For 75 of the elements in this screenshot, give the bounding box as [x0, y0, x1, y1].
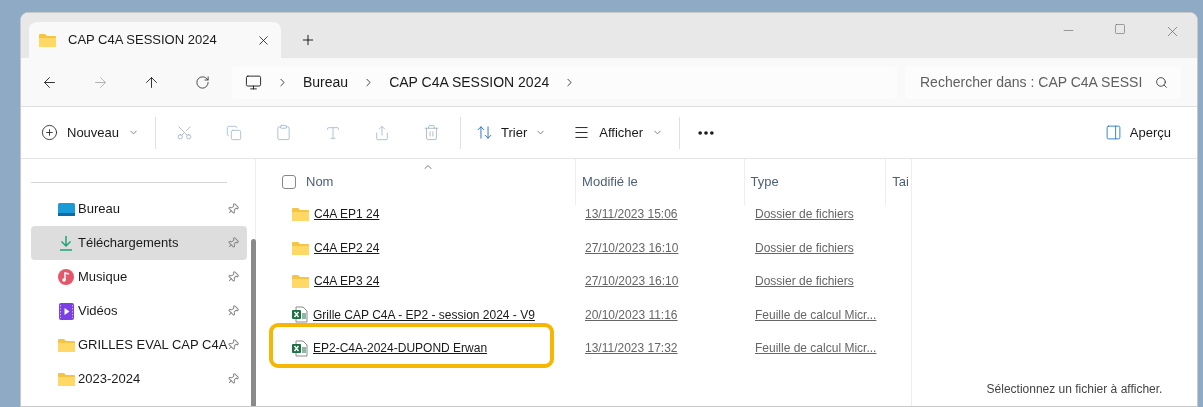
folder-icon: [292, 240, 309, 255]
file-row[interactable]: Grille CAP C4A - EP2 - session 2024 - V9 20/10/2023 11:16 Feuille de calcul Micr...: [282, 305, 911, 339]
copy-icon[interactable]: [226, 124, 243, 141]
computer-icon: [245, 73, 262, 91]
music-note-icon: [58, 269, 74, 285]
file-type: Dossier de fichiers: [755, 273, 854, 290]
refresh-icon[interactable]: [195, 74, 210, 90]
modified-date: 27/10/2023 16:10: [585, 239, 679, 257]
lines-icon: [573, 124, 591, 141]
modified-date: 13/11/2023 15:06: [585, 206, 678, 223]
sort-icon: [476, 124, 494, 141]
spreadsheet-icon: [292, 306, 308, 323]
sidebar-label: Bureau: [78, 200, 121, 219]
folder-icon: [39, 33, 56, 47]
sort-button[interactable]: Trier: [476, 122, 547, 143]
folder-icon: [292, 207, 309, 221]
sidebar-item[interactable]: GRILLES EVAL CAP C4A: [31, 328, 248, 362]
paste-icon[interactable]: [275, 124, 293, 141]
scrollbar[interactable]: [251, 239, 257, 406]
file-type: Feuille de calcul Micr...: [755, 340, 877, 357]
folder-icon: [292, 274, 309, 288]
column-header[interactable]: Modifié le: [582, 172, 638, 192]
file-type: Dossier de fichiers: [755, 206, 854, 223]
column-header[interactable]: Nom: [306, 172, 334, 192]
file-row[interactable]: C4A EP3 24 27/10/2023 16:10 Dossier de fichiers: [282, 272, 911, 306]
breadcrumb[interactable]: CAP C4A SESSION 2024: [389, 71, 550, 93]
cut-icon[interactable]: [176, 124, 194, 141]
sidebar-label: 2023-2024: [78, 370, 142, 389]
tab-title: CAP C4A SESSION 2024: [68, 31, 218, 50]
file-type: Feuille de calcul Micr...: [755, 306, 877, 324]
delete-icon[interactable]: [423, 124, 441, 141]
column-header[interactable]: Tai: [892, 172, 909, 192]
plus-circle-icon: [41, 124, 58, 141]
modified-date: 20/10/2023 11:16: [585, 306, 678, 324]
folder-icon: [57, 338, 75, 352]
sidebar-label: Musique: [78, 268, 129, 287]
file-name[interactable]: C4A EP1 24: [314, 205, 380, 223]
select-all-checkbox[interactable]: [282, 175, 296, 189]
sidebar-label: GRILLES EVAL CAP C4A: [78, 336, 228, 355]
sidebar-item[interactable]: Bureau: [31, 192, 248, 226]
preview-button[interactable]: Aperçu: [1104, 122, 1171, 143]
file-name[interactable]: C4A EP3 24: [314, 272, 380, 290]
file-row[interactable]: EP2-C4A-2024-DUPOND Erwan 13/11/2023 17:32 Feuille de calcul Micr...: [282, 339, 911, 373]
search-icon: [1155, 75, 1168, 89]
breadcrumb[interactable]: Bureau: [303, 71, 349, 93]
file-name[interactable]: C4A EP2 24: [314, 238, 380, 257]
file-row[interactable]: C4A EP2 24 27/10/2023 16:10 Dossier de fichiers: [282, 238, 911, 272]
file-name[interactable]: EP2-C4A-2024-DUPOND Erwan: [313, 339, 488, 357]
preview-message: Sélectionnez un fichier à afficher.: [986, 381, 1163, 398]
sidebar-label: Vidéos: [78, 302, 119, 321]
rename-icon[interactable]: [325, 124, 342, 141]
sidebar-label: Téléchargements: [78, 234, 180, 253]
sidebar-item[interactable]: 2023-2024: [31, 362, 248, 396]
new-button[interactable]: Nouveau: [41, 122, 140, 143]
file-name[interactable]: Grille CAP C4A - EP2 - session 2024 - V9: [313, 305, 535, 324]
film-icon: [58, 302, 74, 320]
tab[interactable]: CAP C4A SESSION 2024: [29, 22, 281, 58]
download-icon: [59, 235, 73, 251]
view-button[interactable]: Afficher: [573, 122, 664, 143]
sidebar-item[interactable]: Musique: [31, 260, 248, 294]
maximize-icon[interactable]: [1114, 23, 1126, 35]
desktop-icon: [57, 202, 75, 216]
spreadsheet-icon: [292, 339, 308, 357]
modified-date: 27/10/2023 16:10: [585, 273, 679, 290]
file-type: Dossier de fichiers: [755, 239, 854, 257]
column-header[interactable]: Type: [750, 172, 779, 192]
search-input[interactable]: Rechercher dans : CAP C4A SESSI: [920, 71, 1155, 93]
sidebar-item[interactable]: Vidéos: [31, 294, 248, 328]
sidebar-item[interactable]: Téléchargements: [31, 226, 248, 260]
file-row[interactable]: C4A EP1 24 13/11/2023 15:06 Dossier de fichiers: [282, 205, 911, 239]
share-icon[interactable]: [374, 124, 391, 141]
modified-date: 13/11/2023 17:32: [585, 340, 678, 357]
panel-icon: [1104, 124, 1122, 141]
folder-icon: [57, 372, 75, 386]
new-tab-icon[interactable]: [300, 32, 316, 48]
